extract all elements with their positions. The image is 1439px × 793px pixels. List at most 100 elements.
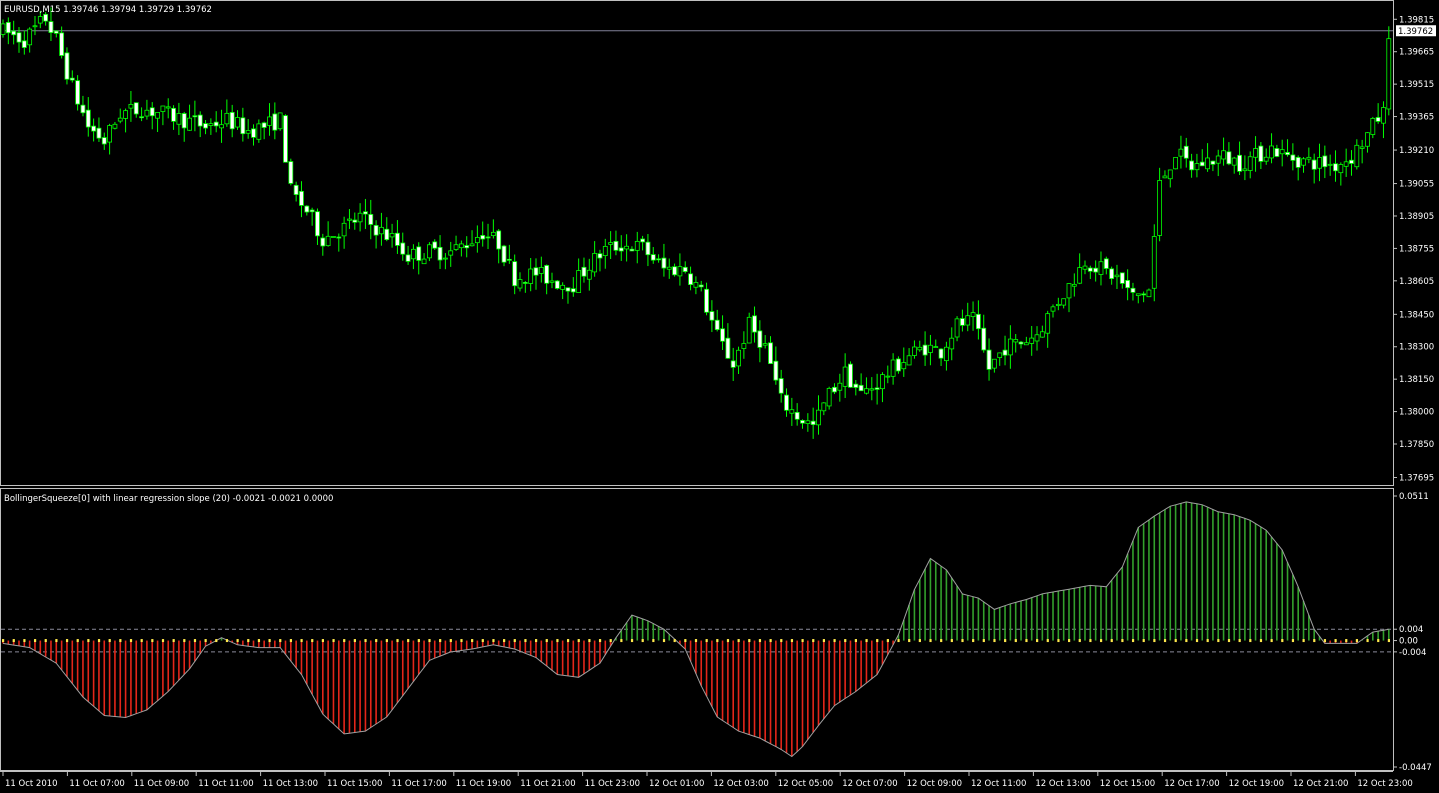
candle-body: [1002, 349, 1008, 356]
squeeze-dot: [950, 639, 953, 643]
candle-body: [53, 30, 59, 34]
squeeze-dot: [620, 639, 623, 643]
squeeze-dot: [1259, 639, 1263, 643]
candle-body: [837, 382, 843, 391]
candle-body: [1290, 154, 1296, 161]
candle-body: [714, 319, 720, 330]
candle-body: [1157, 180, 1163, 236]
candle-body: [864, 388, 869, 394]
candle-body: [448, 250, 454, 256]
candle-body: [496, 230, 502, 250]
candle-body: [1237, 154, 1242, 172]
candle-body: [133, 102, 139, 115]
squeeze-dot: [1036, 639, 1039, 643]
candle-body: [1194, 163, 1200, 171]
candle-body: [197, 114, 203, 127]
squeeze-dot: [822, 639, 826, 643]
candle-body: [1370, 117, 1376, 135]
price-tick-label: 1.39815: [1399, 15, 1434, 25]
squeeze-dot: [577, 639, 580, 643]
candle-body: [1183, 145, 1189, 159]
candle-body: [736, 349, 741, 367]
candle-body: [1306, 156, 1312, 160]
price-tick-label: 1.39210: [1399, 146, 1434, 156]
squeeze-dot: [790, 639, 794, 643]
squeeze-dot: [1014, 639, 1017, 643]
candle-body: [1061, 298, 1067, 306]
candle-body: [453, 244, 459, 250]
candle-body: [981, 327, 987, 351]
indicator-tick-label: 0.004: [1399, 625, 1423, 635]
candle-body: [1007, 338, 1013, 356]
candle-body: [416, 246, 422, 261]
time-axis: 11 Oct 2010 11 Oct 07:00 11 Oct 09:00 11 Oc…: [2, 771, 1413, 789]
candle-body: [101, 137, 107, 145]
candle-body: [490, 231, 496, 237]
candle-body: [901, 362, 907, 370]
time-tick-label: 12 Oct 17:00: [1164, 779, 1219, 789]
candle-body: [59, 32, 65, 56]
candle-body: [1151, 236, 1157, 289]
squeeze-dot: [588, 639, 591, 643]
candle-body: [1178, 148, 1184, 157]
candle-body: [538, 267, 544, 274]
candle-body: [288, 161, 294, 184]
squeeze-dot: [961, 639, 964, 643]
candle-body: [608, 242, 614, 245]
price-tick-label: 1.39055: [1399, 180, 1434, 190]
candle-body: [203, 123, 208, 129]
candle-body: [506, 258, 512, 261]
squeeze-dot: [1377, 639, 1380, 643]
squeeze-dot: [1004, 639, 1007, 643]
candle-body: [91, 125, 97, 132]
squeeze-dot: [1121, 639, 1124, 643]
candle-body: [357, 212, 363, 223]
squeeze-dot: [481, 639, 484, 643]
candle-body: [240, 117, 246, 135]
candle-body: [672, 266, 677, 276]
candle-body: [725, 337, 731, 359]
candle-body: [1333, 163, 1338, 172]
squeeze-dot: [311, 639, 314, 643]
candle-body: [384, 228, 390, 241]
price-tick-label: 1.37850: [1399, 440, 1434, 450]
candle-body: [666, 266, 672, 270]
candle-body: [1322, 155, 1328, 168]
candle-body: [1311, 159, 1317, 170]
time-tick-label: 11 Oct 21:00: [520, 779, 575, 789]
price-tick-label: 1.37695: [1399, 474, 1434, 484]
candle-body: [261, 122, 267, 128]
squeeze-dot: [844, 639, 847, 643]
time-tick-label: 12 Oct 15:00: [1100, 779, 1155, 789]
candle-body: [400, 242, 406, 255]
candle-body: [277, 112, 283, 130]
candle-body: [299, 190, 304, 206]
trading-chart[interactable]: 1.39815 1.39665 1.39515 1.39365 1.39210 1.390…: [0, 0, 1439, 793]
candle-body: [272, 113, 278, 131]
candle-body: [458, 243, 464, 249]
candle-body: [1119, 272, 1125, 284]
candle-body: [869, 388, 875, 391]
candle-body: [251, 128, 256, 138]
candle-body: [1317, 157, 1322, 169]
candle-body: [1285, 152, 1290, 156]
candle-body: [1295, 157, 1301, 168]
candle-body: [805, 420, 811, 424]
squeeze-dot: [716, 639, 719, 643]
candle-body: [1087, 267, 1093, 272]
squeeze-dot: [833, 639, 836, 643]
candle-body: [117, 117, 123, 122]
candle-body: [368, 214, 374, 225]
candle-body: [517, 279, 523, 289]
candle-body: [267, 116, 272, 126]
candle-body: [688, 273, 693, 285]
candle-body: [773, 360, 779, 381]
candle-body: [80, 104, 86, 114]
candle-body: [75, 80, 81, 105]
squeeze-dot: [801, 639, 804, 643]
candle-body: [629, 248, 635, 252]
candle-body: [896, 358, 901, 372]
candle-body: [784, 394, 789, 411]
squeeze-dot: [1355, 639, 1359, 643]
candle-body: [229, 112, 235, 130]
